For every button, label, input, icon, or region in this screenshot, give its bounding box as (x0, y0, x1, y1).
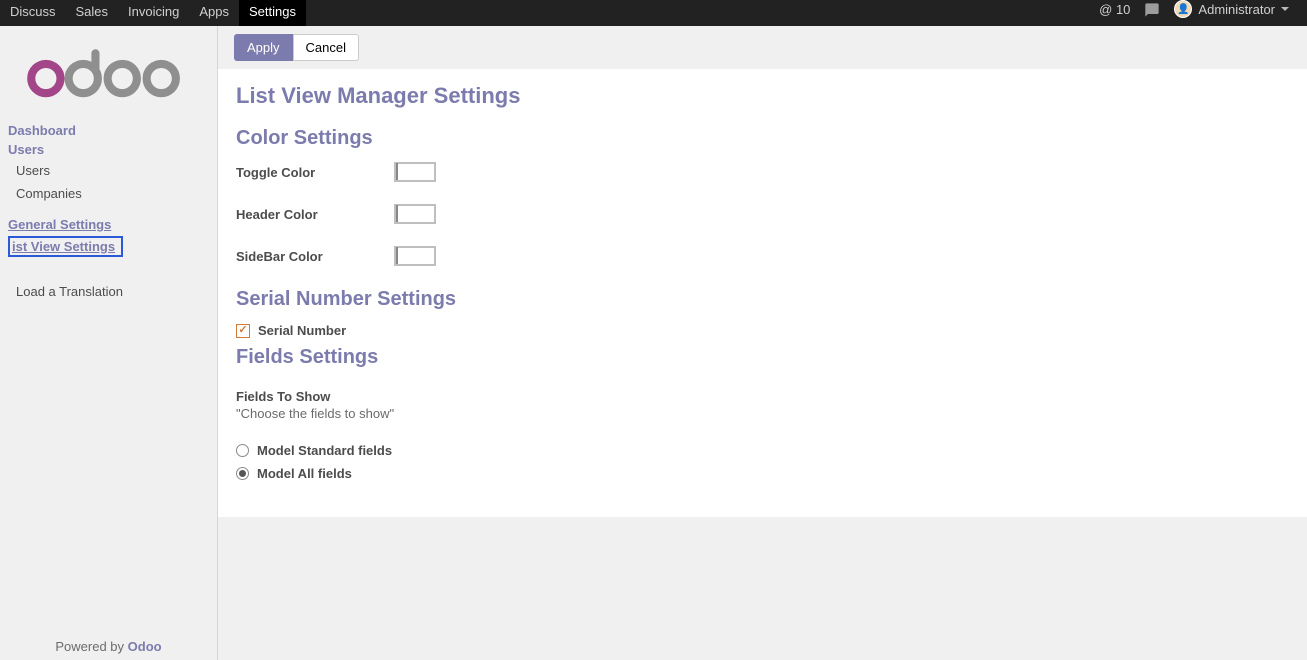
user-menu[interactable]: 👤 Administrator (1174, 0, 1289, 18)
sidebar-users[interactable]: Users (0, 140, 217, 159)
radio-row-standard: Model Standard fields (236, 443, 1289, 458)
chat-icon[interactable] (1144, 2, 1160, 16)
navbar-right: @ 10 👤 Administrator (1099, 0, 1299, 18)
nav-sales[interactable]: Sales (66, 0, 119, 26)
toggle-color-swatch (396, 163, 398, 180)
sidebar-list-view-settings[interactable]: ist View Settings (8, 236, 123, 257)
chevron-down-icon (1281, 7, 1289, 11)
label-header-color: Header Color (236, 207, 394, 222)
logo (0, 38, 217, 121)
nav-discuss[interactable]: Discuss (0, 0, 66, 26)
sidebar-color-swatch (396, 247, 398, 264)
radio-model-standard[interactable] (236, 444, 249, 457)
sidebar-dashboard[interactable]: Dashboard (0, 121, 217, 140)
label-fields-to-show: Fields To Show (236, 389, 1289, 404)
toggle-color-picker[interactable] (394, 162, 436, 182)
label-model-all: Model All fields (257, 466, 352, 481)
section-color-settings: Color Settings (236, 127, 1289, 150)
form-content: List View Manager Settings Color Setting… (218, 69, 1307, 517)
footer-brand-link[interactable]: Odoo (128, 639, 162, 654)
page-title: List View Manager Settings (236, 83, 1289, 109)
label-toggle-color: Toggle Color (236, 165, 394, 180)
label-sidebar-color: SideBar Color (236, 249, 394, 264)
section-serial-settings: Serial Number Settings (236, 288, 1289, 311)
sidebar-sub-companies[interactable]: Companies (0, 182, 217, 205)
serial-number-checkbox[interactable] (236, 324, 250, 338)
sidebar-list-view-settings-wrap: ist View Settings (0, 234, 217, 259)
top-navbar: Discuss Sales Invoicing Apps Settings @ … (0, 0, 1307, 26)
main: Apply Cancel List View Manager Settings … (218, 26, 1307, 660)
sidebar-sub-users[interactable]: Users (0, 159, 217, 182)
apply-button[interactable]: Apply (234, 34, 293, 61)
action-bar: Apply Cancel (218, 26, 1307, 69)
nav-invoicing[interactable]: Invoicing (118, 0, 189, 26)
radio-model-all[interactable] (236, 467, 249, 480)
nav-apps[interactable]: Apps (189, 0, 239, 26)
sidebar: Dashboard Users Users Companies General … (0, 26, 218, 660)
hint-fields-to-show: "Choose the fields to show" (236, 406, 1289, 421)
user-name: Administrator (1198, 2, 1275, 17)
navbar-apps: Discuss Sales Invoicing Apps Settings (0, 0, 306, 26)
radio-row-all: Model All fields (236, 466, 1289, 481)
label-model-standard: Model Standard fields (257, 443, 392, 458)
header-color-swatch (396, 205, 398, 222)
sidebar-load-translation[interactable]: Load a Translation (0, 280, 217, 303)
sidebar-general-settings[interactable]: General Settings (0, 215, 217, 234)
row-serial-number: Serial Number (236, 323, 1289, 338)
row-sidebar-color: SideBar Color (236, 246, 1289, 266)
sidebar-color-picker[interactable] (394, 246, 436, 266)
mention-count[interactable]: @ 10 (1099, 2, 1130, 17)
footer-powered: Powered by Odoo (0, 639, 217, 660)
avatar-icon: 👤 (1174, 0, 1192, 18)
row-toggle-color: Toggle Color (236, 162, 1289, 182)
label-serial-number: Serial Number (258, 323, 346, 338)
section-fields-settings: Fields Settings (236, 346, 1289, 369)
odoo-logo-icon (24, 46, 188, 98)
nav-settings[interactable]: Settings (239, 0, 306, 26)
header-color-picker[interactable] (394, 204, 436, 224)
cancel-button[interactable]: Cancel (293, 34, 359, 61)
row-header-color: Header Color (236, 204, 1289, 224)
radio-group-fields: Model Standard fields Model All fields (236, 443, 1289, 481)
